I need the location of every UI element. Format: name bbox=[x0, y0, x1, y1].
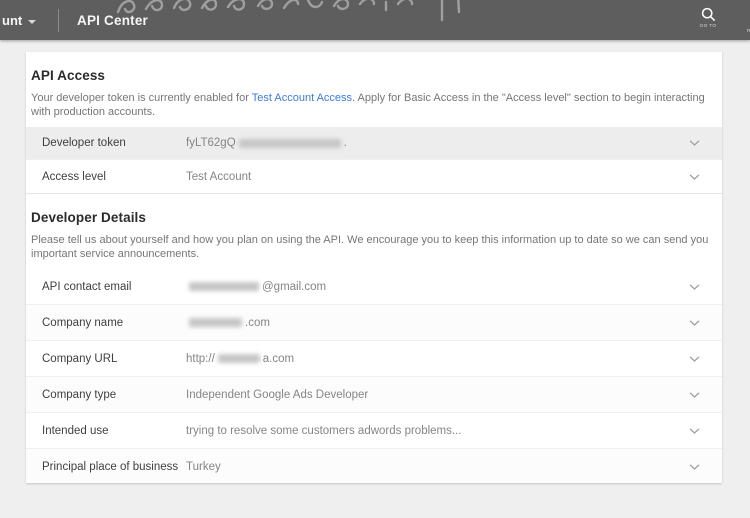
table-row[interactable]: API contact email @gmail.com bbox=[26, 269, 722, 305]
row-value: trying to resolve some customers adwords… bbox=[186, 425, 461, 437]
row-value: Independent Google Ads Developer bbox=[186, 389, 368, 401]
row-value: @gmail.com bbox=[186, 281, 326, 293]
developer-details-description: Please tell us about yourself and how yo… bbox=[31, 234, 709, 260]
row-value: Test Account bbox=[186, 171, 251, 183]
redacted-value-blur bbox=[217, 354, 260, 363]
redacted-value-blur bbox=[189, 318, 242, 327]
table-row[interactable]: Company name .com bbox=[26, 305, 722, 341]
api-access-description: Your developer token is currently enable… bbox=[31, 91, 714, 119]
row-label: Developer token bbox=[42, 137, 126, 149]
table-row[interactable]: Access level Test Account bbox=[26, 160, 722, 193]
row-value: fyLT62gQ. bbox=[186, 137, 347, 149]
row-value-text: fyLT62gQ bbox=[186, 137, 236, 149]
account-menu-label: unt bbox=[2, 13, 23, 28]
row-value: Turkey bbox=[186, 461, 221, 473]
row-label: Company type bbox=[42, 388, 117, 401]
chevron-down-icon[interactable] bbox=[689, 464, 700, 470]
row-value-text: Independent Google Ads Developer bbox=[186, 388, 369, 401]
row-label: Intended use bbox=[42, 424, 109, 437]
chevron-down-icon[interactable] bbox=[689, 319, 700, 326]
row-value-text: http:// bbox=[186, 352, 215, 365]
appbar-divider bbox=[58, 9, 59, 32]
row-value-text: @gmail.com bbox=[262, 280, 327, 293]
row-value-text: Turkey bbox=[186, 461, 221, 473]
row-label: API contact email bbox=[42, 280, 132, 293]
test-account-access-link[interactable]: Test Account Access bbox=[252, 92, 352, 104]
search-button[interactable]: GO TO bbox=[690, 7, 726, 32]
table-row[interactable]: Developer token fyLT62gQ. bbox=[26, 127, 722, 160]
chevron-down-icon[interactable] bbox=[689, 427, 700, 434]
api-center-page: { "header": { "account_menu_label": "unt… bbox=[0, 0, 750, 518]
developer-details-table: API contact email @gmail.com Company name.… bbox=[26, 269, 722, 483]
chevron-down-icon[interactable] bbox=[689, 140, 700, 146]
page-title: API Center bbox=[77, 13, 149, 28]
row-value: .com bbox=[186, 317, 270, 329]
caret-down-icon bbox=[28, 19, 37, 24]
top-app-bar: unt API Center GO TO R bbox=[0, 0, 750, 40]
content-card: API Access Your developer token is curre… bbox=[26, 52, 722, 483]
row-value-text: Test Account bbox=[186, 170, 252, 183]
table-row[interactable]: Company type Independent Google Ads Devel… bbox=[26, 377, 722, 413]
row-value-text: a.com bbox=[262, 352, 295, 365]
row-value-text: . bbox=[343, 137, 347, 149]
row-value: http:// a.com bbox=[186, 353, 294, 365]
chevron-down-icon[interactable] bbox=[689, 173, 700, 180]
redacted-value-blur bbox=[189, 282, 259, 291]
developer-details-heading: Developer Details bbox=[31, 210, 146, 225]
row-label: Company name bbox=[42, 316, 124, 329]
table-row[interactable]: Principal place of business Turkey bbox=[26, 449, 722, 483]
table-row[interactable]: Company URL http:// a.com bbox=[26, 341, 722, 377]
table-row[interactable]: Intended use trying to resolve some custo… bbox=[26, 413, 722, 449]
row-label: Company URL bbox=[42, 352, 118, 365]
chevron-down-icon[interactable] bbox=[689, 355, 700, 362]
chevron-down-icon[interactable] bbox=[689, 391, 700, 398]
api-access-heading: API Access bbox=[31, 68, 106, 83]
redacted-scribble bbox=[116, 0, 461, 22]
row-label: Access level bbox=[42, 170, 106, 183]
desc-before-link: Your developer token is currently enable… bbox=[31, 92, 252, 104]
row-value-text: .com bbox=[245, 316, 270, 329]
row-value-text: trying to resolve some customers adwords… bbox=[186, 424, 462, 437]
row-label: Principal place of business bbox=[42, 461, 179, 473]
account-menu-button[interactable]: unt bbox=[2, 13, 37, 28]
search-go-to-label: GO TO bbox=[699, 23, 717, 29]
api-access-table: Developer token fyLT62gQ. Access level Test… bbox=[26, 127, 722, 194]
chevron-down-icon[interactable] bbox=[689, 283, 700, 290]
search-icon bbox=[701, 7, 715, 22]
redacted-value-blur bbox=[238, 138, 341, 148]
